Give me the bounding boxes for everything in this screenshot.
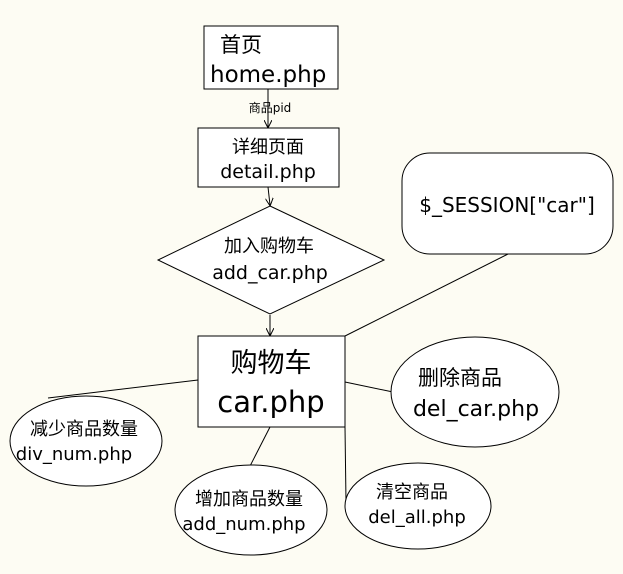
flow-diagram: 商品pid 首页 home.php 详细页面 detail.php 加入购物车 … xyxy=(9,25,614,556)
node-car-title: 购物车 xyxy=(231,348,312,379)
node-home: 首页 home.php xyxy=(203,25,339,90)
node-div-num-file: div_num.php xyxy=(16,444,132,465)
node-session: $_SESSION["car"] xyxy=(401,152,614,255)
edge-car-to-add-num xyxy=(247,426,271,471)
node-home-file: home.php xyxy=(210,62,326,88)
node-del-car-ellipse xyxy=(390,336,560,448)
node-add-num-title: 增加商品数量 xyxy=(195,489,303,510)
node-del-all-ellipse xyxy=(344,462,492,550)
node-car-file: car.php xyxy=(217,385,324,419)
node-detail-file: detail.php xyxy=(220,161,316,183)
node-detail: 详细页面 detail.php xyxy=(197,127,340,188)
node-car: 购物车 car.php xyxy=(197,335,346,428)
node-add-num: 增加商品数量 add_num.php xyxy=(174,464,328,556)
node-add-num-file: add_num.php xyxy=(182,514,305,535)
node-div-num: 减少商品数量 div_num.php xyxy=(9,395,163,487)
node-add-num-ellipse xyxy=(174,464,328,556)
node-del-all: 清空商品 del_all.php xyxy=(344,462,492,550)
node-del-car: 删除商品 del_car.php xyxy=(390,336,560,448)
edge-label-product-pid: 商品pid xyxy=(249,100,292,115)
edge-car-to-div-num xyxy=(47,379,199,399)
node-session-label: $_SESSION["car"] xyxy=(419,193,595,217)
node-add-car: 加入购物车 add_car.php xyxy=(156,205,386,315)
edge-car-to-del-all xyxy=(344,426,347,503)
node-div-num-ellipse xyxy=(9,395,163,487)
node-del-all-file: del_all.php xyxy=(368,507,466,528)
node-del-car-file: del_car.php xyxy=(413,397,539,422)
edge-car-to-del-car xyxy=(344,381,394,393)
node-add-car-title: 加入购物车 xyxy=(224,236,314,257)
node-add-car-diamond xyxy=(156,205,386,315)
node-del-car-title: 删除商品 xyxy=(418,366,502,390)
node-detail-title: 详细页面 xyxy=(232,137,304,158)
edge-detail-to-add-car xyxy=(268,186,270,205)
node-div-num-title: 减少商品数量 xyxy=(30,419,138,440)
node-del-all-title: 清空商品 xyxy=(376,482,448,503)
node-home-title: 首页 xyxy=(220,33,262,57)
node-add-car-file: add_car.php xyxy=(212,262,328,284)
